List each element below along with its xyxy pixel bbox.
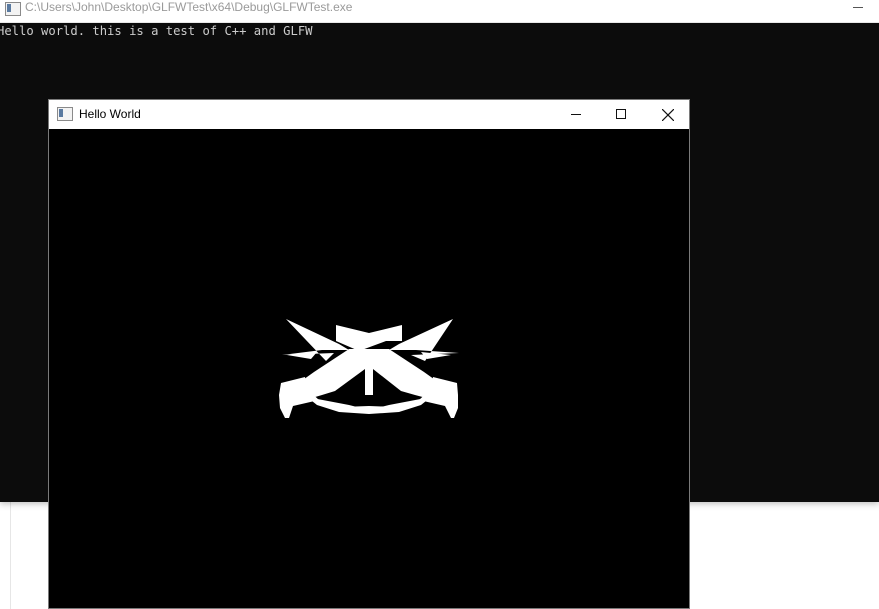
minimize-button[interactable] xyxy=(553,100,599,129)
console-window-title: C:\Users\John\Desktop\GLFWTest\x64\Debug… xyxy=(25,0,353,14)
rendered-white-shape xyxy=(279,319,459,418)
console-minimize-button[interactable] xyxy=(847,0,871,14)
glfw-titlebar[interactable]: Hello World xyxy=(49,100,689,129)
app-window-icon xyxy=(57,107,73,121)
desktop-divider xyxy=(10,502,11,609)
maximize-button[interactable] xyxy=(599,100,645,129)
glfw-window: Hello World xyxy=(48,99,690,609)
close-icon xyxy=(662,109,674,121)
console-titlebar[interactable]: C:\Users\John\Desktop\GLFWTest\x64\Debug… xyxy=(0,0,879,23)
console-output-line: Hello world. this is a test of C++ and G… xyxy=(0,24,313,38)
opengl-render-canvas[interactable] xyxy=(49,129,689,608)
glfw-window-title: Hello World xyxy=(79,107,141,121)
console-app-icon xyxy=(5,2,21,16)
close-button[interactable] xyxy=(645,100,691,129)
